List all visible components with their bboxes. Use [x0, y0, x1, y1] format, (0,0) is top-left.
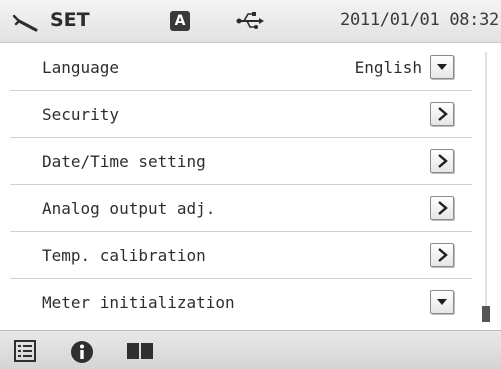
- menu-item-label: Analog output adj.: [42, 199, 216, 218]
- menu-item-label: Security: [42, 105, 120, 124]
- usb-icon: [236, 12, 264, 29]
- menu-item-analog-output[interactable]: Analog output adj.: [10, 185, 472, 232]
- menu-item-temp-calibration[interactable]: Temp. calibration: [10, 232, 472, 279]
- menu-item-meter-initialization[interactable]: Meter initialization: [10, 279, 472, 326]
- wrench-icon: [12, 14, 38, 32]
- menu-scrollbar[interactable]: [480, 44, 492, 330]
- language-value: English: [354, 58, 422, 77]
- menu-item-language[interactable]: Language English: [10, 44, 472, 91]
- chevron-right-icon: [438, 248, 448, 262]
- chevron-right-icon: [438, 107, 448, 121]
- list-icon[interactable]: [14, 340, 36, 362]
- analog-output-open-button[interactable]: [430, 196, 454, 220]
- menu-item-label: Temp. calibration: [42, 246, 206, 265]
- scrollbar-track: [485, 52, 487, 312]
- temp-calibration-open-button[interactable]: [430, 243, 454, 267]
- screen-title: SET: [50, 9, 90, 31]
- chevron-down-icon: [437, 299, 447, 305]
- chevron-down-icon: [437, 64, 447, 70]
- settings-menu-list: Language English Security Date/Time sett…: [10, 44, 472, 330]
- menu-item-date-time[interactable]: Date/Time setting: [10, 138, 472, 185]
- menu-item-security[interactable]: Security: [10, 91, 472, 138]
- menu-item-label: Date/Time setting: [42, 152, 206, 171]
- scrollbar-thumb[interactable]: [482, 306, 490, 322]
- info-icon[interactable]: [70, 340, 94, 364]
- date-time-open-button[interactable]: [430, 149, 454, 173]
- chevron-right-icon: [438, 154, 448, 168]
- meter-initialization-dropdown-button[interactable]: [430, 290, 454, 314]
- footer-bar: [0, 330, 501, 369]
- settings-screen: SET A 2011/01/01 08:32 Language English …: [0, 0, 501, 369]
- chevron-right-icon: [438, 201, 448, 215]
- security-open-button[interactable]: [430, 102, 454, 126]
- mode-badge: A: [170, 11, 190, 31]
- menu-item-label: Language: [42, 58, 120, 77]
- menu-item-label: Meter initialization: [42, 293, 235, 312]
- header-bar: SET A 2011/01/01 08:32: [0, 0, 501, 43]
- book-icon[interactable]: [126, 340, 154, 362]
- datetime-display: 2011/01/01 08:32: [340, 10, 499, 30]
- language-dropdown-button[interactable]: [430, 55, 454, 79]
